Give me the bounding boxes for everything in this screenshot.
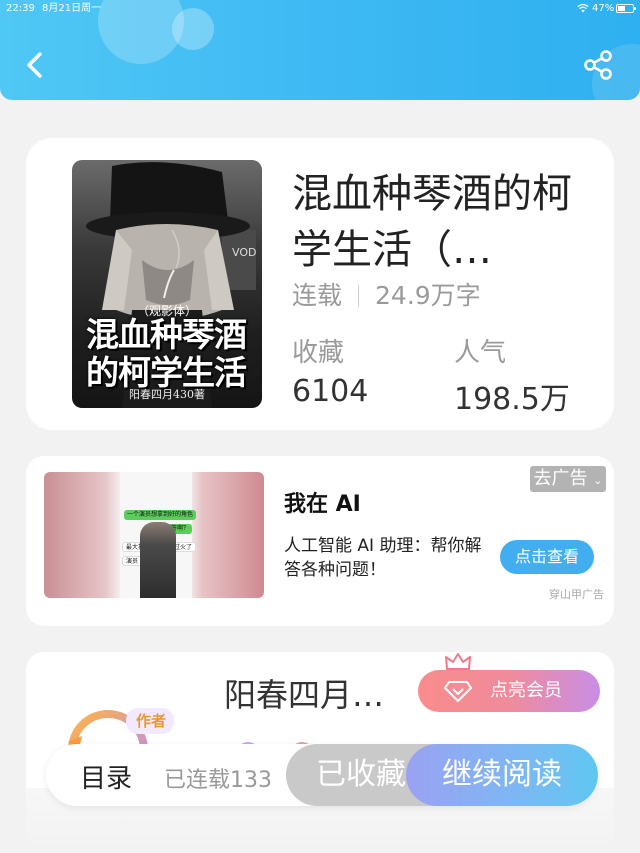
share-icon[interactable] <box>582 48 616 82</box>
status-bar: 22:39 8月21日周一 47% <box>0 0 640 18</box>
ad-chat-bubble: 演员 <box>122 556 143 566</box>
status-date: 8月21日周一 <box>42 3 102 14</box>
book-meta-row: 连载 24.9万字 <box>292 276 481 312</box>
table-of-contents-button[interactable]: 目录 <box>80 758 132 795</box>
activate-vip-button[interactable]: 点亮会员 <box>418 670 600 712</box>
ad-image[interactable]: 一个演员想拿到好的角色 怎么回答啊？ 最大投其所好你说过火了 演员 <box>44 472 264 598</box>
author-name[interactable]: 阳春四月… <box>224 670 400 716</box>
cover-title: 混血种琴酒的柯学生活 <box>86 315 247 392</box>
vip-button-label: 点亮会员 <box>490 680 562 701</box>
remove-ad-button[interactable]: 去广告 ⌄ <box>530 466 606 492</box>
chevron-down-icon: ⌄ <box>593 474 603 487</box>
wifi-icon <box>577 3 589 13</box>
ad-chat-bubble: 一个演员想拿到好的角色 <box>124 510 197 520</box>
meta-divider <box>358 285 360 307</box>
cover-author: 阳春四月430著 <box>129 388 205 401</box>
book-info-card: VOD （观影体） 混血种琴酒的柯学生活 阳春四月430著 混血种琴酒的柯学生活… <box>26 138 614 430</box>
favorites-label: 收藏 <box>292 338 345 368</box>
continue-reading-button[interactable]: 继续阅读 <box>406 744 598 806</box>
ad-card[interactable]: 一个演员想拿到好的角色 怎么回答啊？ 最大投其所好你说过火了 演员 去广告 ⌄ … <box>26 456 614 626</box>
ad-view-button[interactable]: 点击查看 <box>500 540 594 574</box>
chapter-count[interactable]: 已连载133 <box>164 762 294 794</box>
ad-description: 人工智能 AI 助理：帮你解答各种问题！ <box>284 536 482 580</box>
battery-icon <box>616 4 636 13</box>
status-time: 22:39 <box>6 3 35 14</box>
word-count: 24.9万字 <box>375 281 481 310</box>
popularity-value: 198.5万 <box>454 382 570 417</box>
diamond-icon <box>444 681 472 702</box>
book-title: 混血种琴酒的柯学生活（… <box>292 171 572 273</box>
bottom-action-bar: 目录 已连载133 已收藏 继续阅读 <box>46 744 598 806</box>
book-cover-image[interactable]: VOD （观影体） 混血种琴酒的柯学生活 阳春四月430著 <box>72 160 262 408</box>
ad-figure-illustration <box>140 522 176 598</box>
favorites-value: 6104 <box>292 374 369 409</box>
serial-status: 连载 <box>292 281 343 310</box>
battery-fill <box>618 6 625 11</box>
back-arrow-icon[interactable] <box>20 48 48 82</box>
battery-percentage: 47% <box>592 3 615 14</box>
author-badge-label: 作者 <box>136 712 167 730</box>
ad-title: 我在 AI <box>284 492 361 517</box>
popularity-label: 人气 <box>454 338 507 368</box>
ad-source-label: 穿山甲广告 <box>549 588 604 601</box>
remove-ad-label: 去广告 <box>533 468 588 489</box>
top-header: 22:39 8月21日周一 47% <box>0 0 640 100</box>
svg-text:VOD: VOD <box>232 246 256 259</box>
crown-icon <box>445 653 471 670</box>
